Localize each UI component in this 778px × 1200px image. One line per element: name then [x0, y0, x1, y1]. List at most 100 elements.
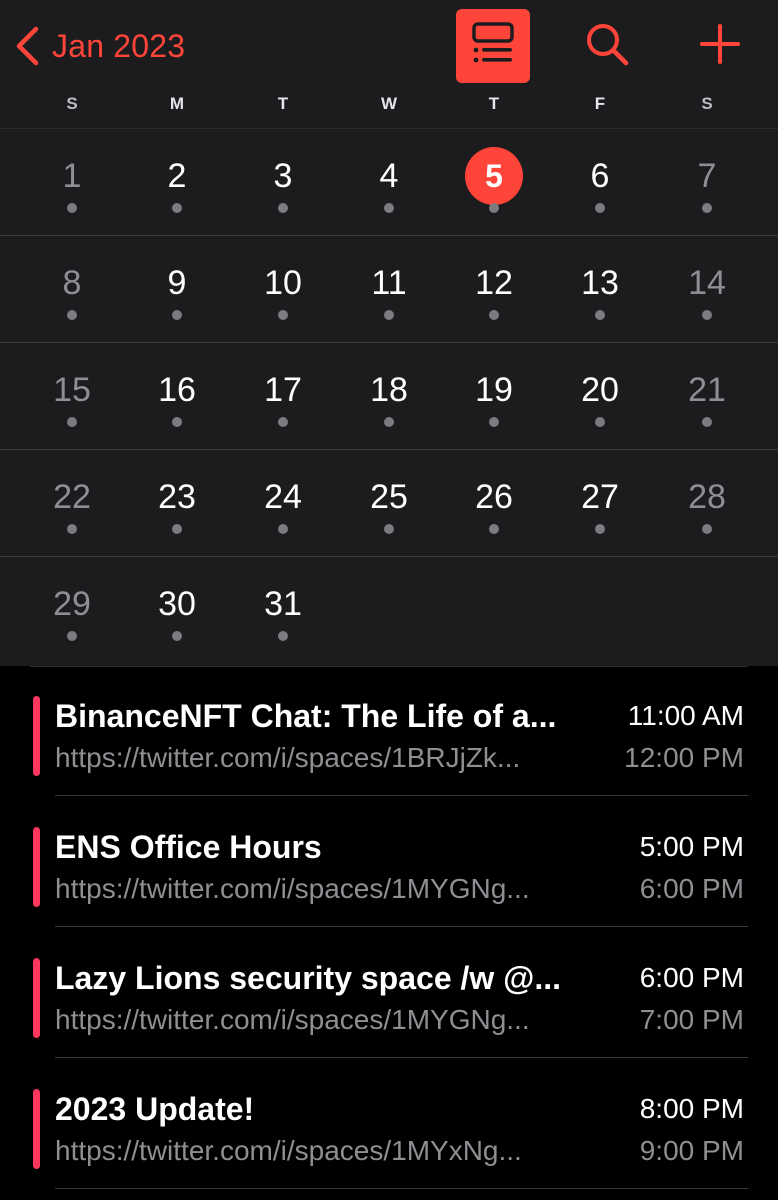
date-number: 27	[581, 478, 619, 516]
event-indicator-dot	[384, 310, 394, 320]
date-cell[interactable]: 29	[22, 557, 122, 664]
date-cell[interactable]: 8	[22, 236, 122, 343]
event-title: ENS Office Hours	[55, 829, 322, 865]
date-number: 25	[370, 478, 408, 516]
date-number: 1	[62, 157, 82, 195]
event-indicator-dot	[278, 310, 288, 320]
add-event-button[interactable]	[683, 9, 757, 83]
today-date-cell[interactable]: 5	[444, 129, 544, 236]
event-start-time: 8:00 PM	[639, 1093, 744, 1124]
date-cell[interactable]: 7	[657, 129, 757, 236]
date-cell[interactable]: 2	[127, 129, 227, 236]
date-cell[interactable]: 18	[339, 343, 439, 450]
event-indicator-dot	[595, 310, 605, 320]
weekday-label: T	[488, 94, 500, 113]
event-title: BinanceNFT Chat: The Life of a...	[55, 698, 557, 734]
date-cell[interactable]: 15	[22, 343, 122, 450]
weekday-label: S	[66, 94, 78, 113]
date-number: 14	[688, 264, 726, 302]
event-title: 2023 Update!	[55, 1091, 255, 1127]
event-indicator-dot	[384, 203, 394, 213]
event-indicator-dot	[702, 310, 712, 320]
date-cell[interactable]: 4	[339, 129, 439, 236]
event-row[interactable]: Lazy Lions security space /w @... https:/…	[0, 928, 778, 1058]
event-indicator-dot	[67, 417, 77, 427]
day-events-list: BinanceNFT Chat: The Life of a... https:/…	[0, 666, 778, 1200]
event-indicator-dot	[278, 203, 288, 213]
event-indicator-dot	[595, 524, 605, 534]
plus-icon	[698, 22, 742, 71]
date-number: 28	[688, 478, 726, 516]
date-number: 19	[475, 371, 513, 409]
event-indicator-dot	[595, 203, 605, 213]
date-cell[interactable]: 13	[550, 236, 650, 343]
event-indicator-dot	[67, 524, 77, 534]
event-divider	[55, 926, 748, 927]
week-row: 15 16 17 18 19 20 21	[0, 343, 778, 450]
date-number: 7	[697, 157, 717, 195]
date-number: 21	[688, 371, 726, 409]
calendar-color-bar	[33, 958, 40, 1038]
date-cell[interactable]: 30	[127, 557, 227, 664]
date-cell[interactable]: 24	[233, 450, 333, 557]
list-view-toggle-button[interactable]	[456, 9, 530, 83]
calendar-color-bar	[33, 696, 40, 776]
event-indicator-dot	[172, 631, 182, 641]
date-cell[interactable]: 28	[657, 450, 757, 557]
event-row[interactable]: ENS Office Hours https://twitter.com/i/sp…	[0, 797, 778, 927]
event-location-url: https://twitter.com/i/spaces/1BRJjZk...	[55, 742, 521, 773]
event-indicator-dot	[384, 524, 394, 534]
week-row: 22 23 24 25 26 27 28	[0, 450, 778, 557]
week-row: 29 30 31	[0, 557, 778, 664]
event-end-time: 12:00 PM	[624, 742, 744, 773]
date-cell[interactable]: 11	[339, 236, 439, 343]
date-cell[interactable]: 23	[127, 450, 227, 557]
date-cell[interactable]: 31	[233, 557, 333, 664]
date-number: 26	[475, 478, 513, 516]
date-cell[interactable]: 12	[444, 236, 544, 343]
date-number: 31	[264, 585, 302, 623]
date-cell[interactable]: 9	[127, 236, 227, 343]
date-number: 2	[167, 157, 187, 195]
date-cell[interactable]: 21	[657, 343, 757, 450]
date-cell[interactable]: 14	[657, 236, 757, 343]
event-start-time: 6:00 PM	[639, 962, 744, 993]
week-row: 8 9 10 11 12 13 14	[0, 236, 778, 343]
date-number: 3	[273, 157, 293, 195]
calendar-color-bar	[33, 1089, 40, 1169]
event-indicator-dot	[67, 631, 77, 641]
date-cell[interactable]: 17	[233, 343, 333, 450]
month-grid: 1 2 3 4 5 6 7 8 9 10 11 12 13 14 15 16 17 18 19 20 21 22 23 24 2…	[0, 129, 778, 666]
date-number: 9	[167, 264, 187, 302]
back-to-year-button[interactable]: Jan 2023	[14, 22, 185, 70]
event-indicator-dot	[384, 417, 394, 427]
date-number: 22	[53, 478, 91, 516]
date-cell[interactable]: 10	[233, 236, 333, 343]
date-cell[interactable]: 16	[127, 343, 227, 450]
date-cell[interactable]: 6	[550, 129, 650, 236]
search-button[interactable]	[570, 9, 644, 83]
calendar-color-bar	[33, 827, 40, 907]
weekday-label: T	[277, 94, 289, 113]
event-indicator-dot	[702, 203, 712, 213]
weekday-label: F	[594, 94, 606, 113]
date-number: 23	[158, 478, 196, 516]
date-cell[interactable]: 3	[233, 129, 333, 236]
event-row[interactable]: BinanceNFT Chat: The Life of a... https:/…	[0, 666, 778, 796]
date-cell[interactable]: 19	[444, 343, 544, 450]
date-number: 17	[264, 371, 302, 409]
event-row[interactable]: 2023 Update! https://twitter.com/i/spaces…	[0, 1059, 778, 1189]
date-number: 13	[581, 264, 619, 302]
weekday-header-row: SMTWTFS	[0, 94, 778, 122]
date-number: 4	[379, 157, 399, 195]
week-divider	[0, 556, 335, 557]
date-cell[interactable]: 26	[444, 450, 544, 557]
month-year-label: Jan 2023	[52, 27, 186, 64]
event-indicator-dot	[489, 310, 499, 320]
date-cell[interactable]: 27	[550, 450, 650, 557]
search-icon	[583, 20, 631, 73]
date-cell[interactable]: 1	[22, 129, 122, 236]
date-cell[interactable]: 20	[550, 343, 650, 450]
date-cell[interactable]: 22	[22, 450, 122, 557]
date-cell[interactable]: 25	[339, 450, 439, 557]
